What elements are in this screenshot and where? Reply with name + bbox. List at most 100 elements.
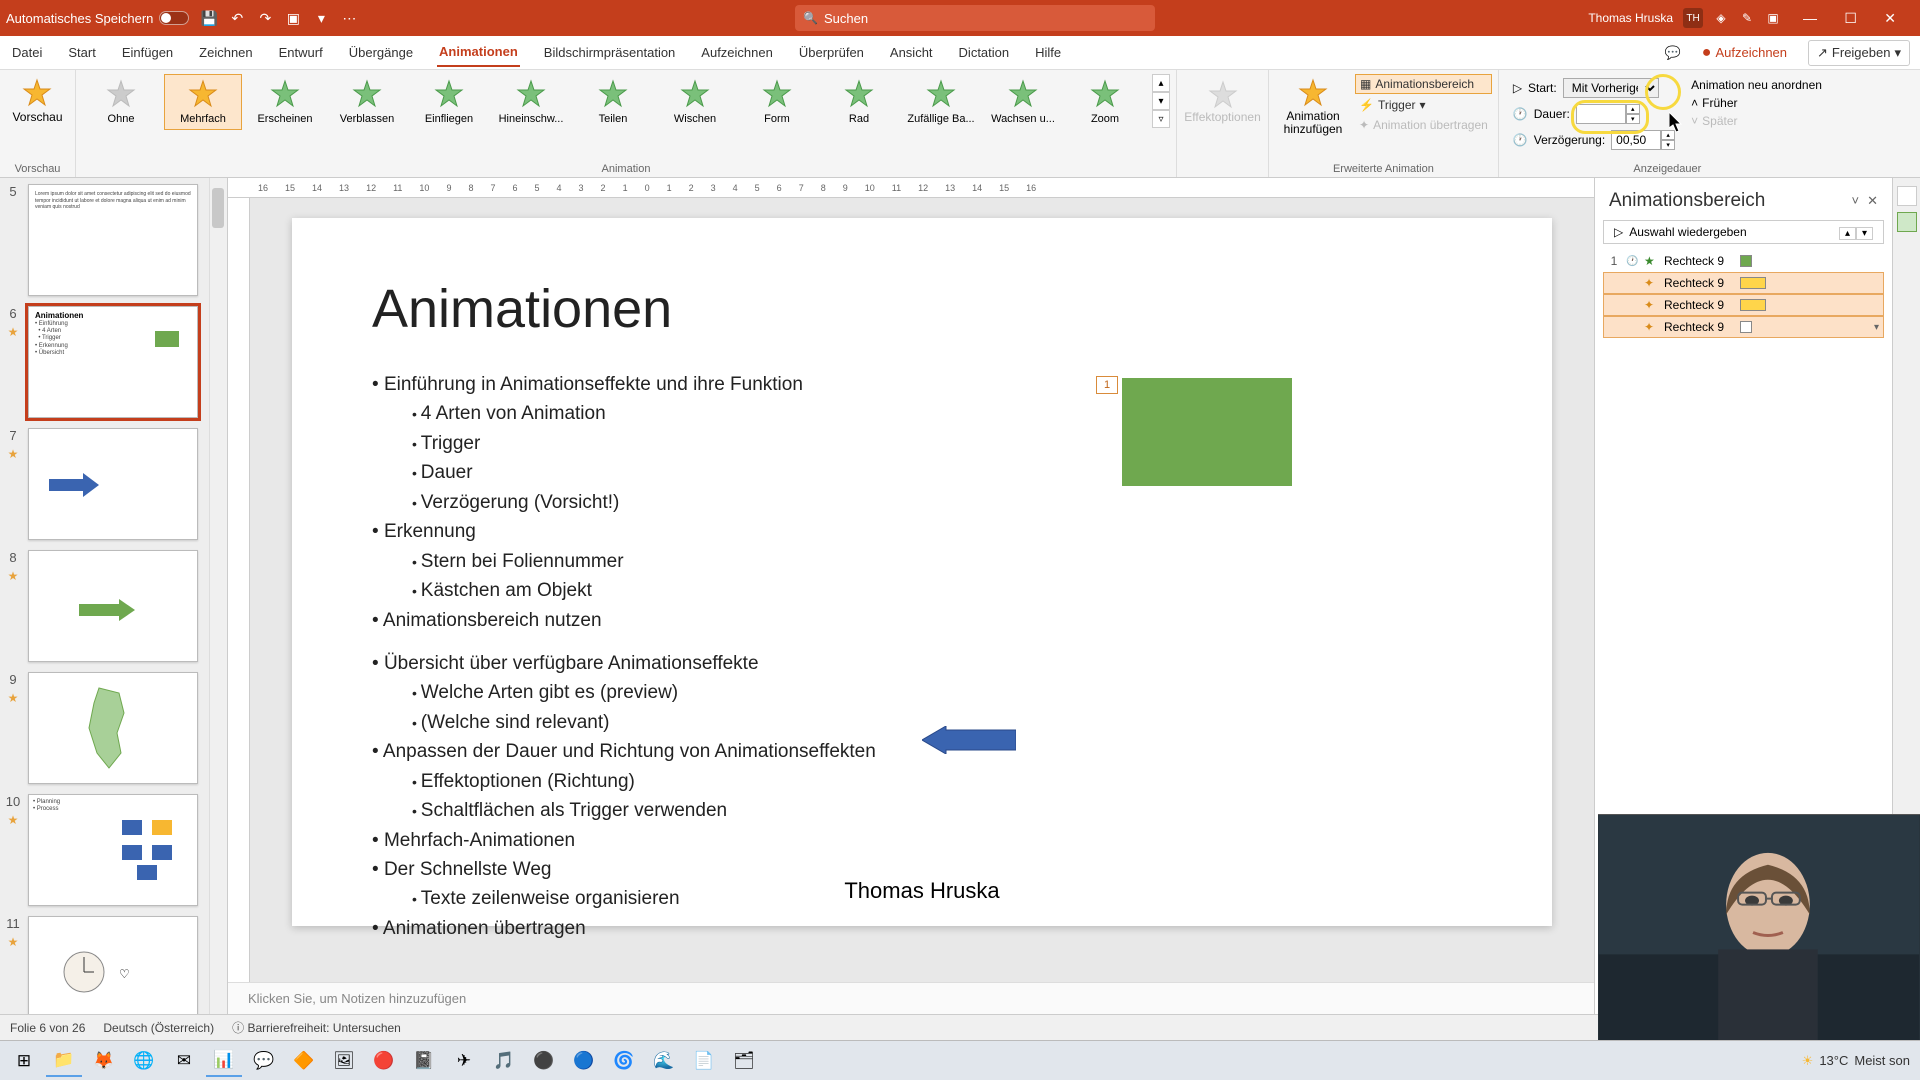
- powerpoint-icon[interactable]: 📊: [206, 1045, 242, 1077]
- app-icon-8[interactable]: 🗂: [726, 1045, 762, 1077]
- maximize-button[interactable]: ☐: [1832, 4, 1869, 32]
- tab-zeichnen[interactable]: Zeichnen: [197, 39, 254, 66]
- anim-gallery-item[interactable]: Rad: [820, 74, 898, 130]
- anim-gallery-item[interactable]: Zoom: [1066, 74, 1144, 130]
- gallery-up[interactable]: ▴: [1152, 74, 1170, 92]
- app-icon-4[interactable]: 🎵: [486, 1045, 522, 1077]
- user-avatar[interactable]: TH: [1683, 8, 1703, 28]
- anim-gallery-item[interactable]: Teilen: [574, 74, 652, 130]
- app-icon-5[interactable]: 🔵: [566, 1045, 602, 1077]
- outlook-icon[interactable]: ✉: [166, 1045, 202, 1077]
- slide-counter[interactable]: Folie 6 von 26: [10, 1021, 85, 1035]
- slide-thumbnail-panel[interactable]: 5Lorem ipsum dolor sit amet consectetur …: [0, 178, 228, 1014]
- tab-ueberpruefen[interactable]: Überprüfen: [797, 39, 866, 66]
- animation-list-item[interactable]: ✦Rechteck 9: [1603, 294, 1884, 316]
- side-tab-1[interactable]: [1897, 186, 1917, 206]
- search-box[interactable]: 🔍: [795, 5, 1155, 31]
- app-icon-6[interactable]: 🌀: [606, 1045, 642, 1077]
- pane-collapse-icon[interactable]: ˅: [1852, 193, 1860, 209]
- tab-dictation[interactable]: Dictation: [957, 39, 1012, 66]
- slide-thumbnail[interactable]: 6★Animationen• Einführung • 4 Arten • Tr…: [4, 306, 223, 418]
- earlier-button[interactable]: ˄Früher: [1691, 96, 1822, 110]
- tab-hilfe[interactable]: Hilfe: [1033, 39, 1063, 66]
- tab-datei[interactable]: Datei: [10, 39, 44, 66]
- anim-gallery-item[interactable]: Zufällige Ba...: [902, 74, 980, 130]
- anim-gallery-item[interactable]: Wischen: [656, 74, 734, 130]
- autosave-toggle[interactable]: Automatisches Speichern: [6, 11, 189, 26]
- bullet[interactable]: Welche Arten gibt es (preview): [412, 678, 1472, 707]
- bullet[interactable]: Trigger: [412, 429, 1472, 458]
- bullet[interactable]: Mehrfach-Animationen: [372, 826, 1472, 855]
- close-button[interactable]: ✕: [1872, 4, 1908, 32]
- minimize-button[interactable]: —: [1791, 4, 1829, 32]
- bullet[interactable]: Kästchen am Objekt: [412, 576, 1472, 605]
- window-icon[interactable]: ▣: [1765, 10, 1781, 26]
- trigger-button[interactable]: ⚡ Trigger ▾: [1355, 96, 1492, 114]
- duration-control[interactable]: 🕐 Dauer: ▴▾: [1513, 104, 1675, 124]
- gallery-more[interactable]: ▿: [1152, 110, 1170, 128]
- animation-tag[interactable]: 1: [1096, 376, 1118, 394]
- slideshow-icon[interactable]: ▣: [283, 8, 303, 28]
- onenote-icon[interactable]: 📓: [406, 1045, 442, 1077]
- slide-thumbnail[interactable]: 8★: [4, 550, 223, 662]
- gallery-down[interactable]: ▾: [1152, 92, 1170, 110]
- vlc-icon[interactable]: 🔶: [286, 1045, 322, 1077]
- bullet[interactable]: Effektoptionen (Richtung): [412, 767, 1472, 796]
- slide-thumbnail[interactable]: 5Lorem ipsum dolor sit amet consectetur …: [4, 184, 223, 296]
- slide-thumbnail[interactable]: 9★: [4, 672, 223, 784]
- spin-down[interactable]: ▾: [1626, 114, 1640, 124]
- move-down-button[interactable]: ▾: [1856, 227, 1873, 240]
- comments-icon[interactable]: 💬: [1665, 45, 1681, 61]
- spin-down[interactable]: ▾: [1661, 140, 1675, 150]
- user-name[interactable]: Thomas Hruska: [1588, 11, 1673, 25]
- add-animation-button[interactable]: Animation hinzufügen: [1275, 74, 1351, 140]
- green-rectangle-shape[interactable]: [1122, 378, 1292, 486]
- spin-up[interactable]: ▴: [1626, 104, 1640, 114]
- tab-start[interactable]: Start: [66, 39, 97, 66]
- tab-uebergaenge[interactable]: Übergänge: [347, 39, 415, 66]
- record-button[interactable]: ●Aufzeichnen: [1693, 39, 1796, 67]
- notes-placeholder[interactable]: Klicken Sie, um Notizen hinzuzufügen: [228, 982, 1594, 1014]
- delay-input[interactable]: [1611, 130, 1661, 150]
- tab-animationen[interactable]: Animationen: [437, 38, 520, 67]
- side-tab-2[interactable]: [1897, 212, 1917, 232]
- bullet[interactable]: Stern bei Foliennummer: [412, 547, 1472, 576]
- pen-icon[interactable]: ✎: [1739, 10, 1755, 26]
- bullet[interactable]: Schaltflächen als Trigger verwenden: [412, 796, 1472, 825]
- bullet[interactable]: Erkennung: [372, 517, 1472, 546]
- dropdown-icon[interactable]: ▾: [311, 8, 331, 28]
- app-icon-2[interactable]: 🖼: [326, 1045, 362, 1077]
- telegram-icon[interactable]: ✈: [446, 1045, 482, 1077]
- slide-thumbnail[interactable]: 11★♡: [4, 916, 223, 1014]
- bullet[interactable]: Einführung in Animationseffekte und ihre…: [372, 370, 1472, 399]
- pane-close-icon[interactable]: ✕: [1867, 193, 1878, 209]
- bullet[interactable]: Animationsbereich nutzen: [372, 606, 1472, 635]
- redo-icon[interactable]: ↷: [255, 8, 275, 28]
- blue-arrow-shape[interactable]: [922, 726, 1016, 754]
- thumbnail-scrollbar[interactable]: [209, 178, 227, 1014]
- app-icon[interactable]: 💬: [246, 1045, 282, 1077]
- save-icon[interactable]: 💾: [199, 8, 219, 28]
- bullet[interactable]: Übersicht über verfügbare Animationseffe…: [372, 649, 1472, 678]
- play-selection-button[interactable]: ▷Auswahl wiedergeben ▴▾: [1603, 220, 1884, 244]
- tab-aufzeichnen[interactable]: Aufzeichnen: [699, 39, 775, 66]
- anim-gallery-item[interactable]: Hineinschw...: [492, 74, 570, 130]
- weather-widget[interactable]: ☀ 13°C Meist son: [1802, 1053, 1910, 1069]
- anim-gallery-item[interactable]: Form: [738, 74, 816, 130]
- search-input[interactable]: [824, 11, 1147, 26]
- duration-input[interactable]: [1576, 104, 1626, 124]
- diamond-icon[interactable]: ◈: [1713, 10, 1729, 26]
- firefox-icon[interactable]: 🦊: [86, 1045, 122, 1077]
- explorer-icon[interactable]: 📁: [46, 1045, 82, 1077]
- bullet[interactable]: 4 Arten von Animation: [412, 399, 1472, 428]
- chrome-icon[interactable]: 🌐: [126, 1045, 162, 1077]
- anim-gallery-item[interactable]: Ohne: [82, 74, 160, 130]
- more-icon[interactable]: ⋯: [339, 8, 359, 28]
- share-button[interactable]: ↗Freigeben▾: [1808, 40, 1910, 66]
- undo-icon[interactable]: ↶: [227, 8, 247, 28]
- author-name[interactable]: Thomas Hruska: [844, 878, 999, 904]
- delay-control[interactable]: 🕐 Verzögerung: ▴▾: [1513, 130, 1675, 150]
- animation-pane-button[interactable]: ▦ Animationsbereich: [1355, 74, 1492, 94]
- item-dropdown-icon[interactable]: ▾: [1874, 322, 1879, 333]
- preview-button[interactable]: Vorschau: [6, 74, 68, 128]
